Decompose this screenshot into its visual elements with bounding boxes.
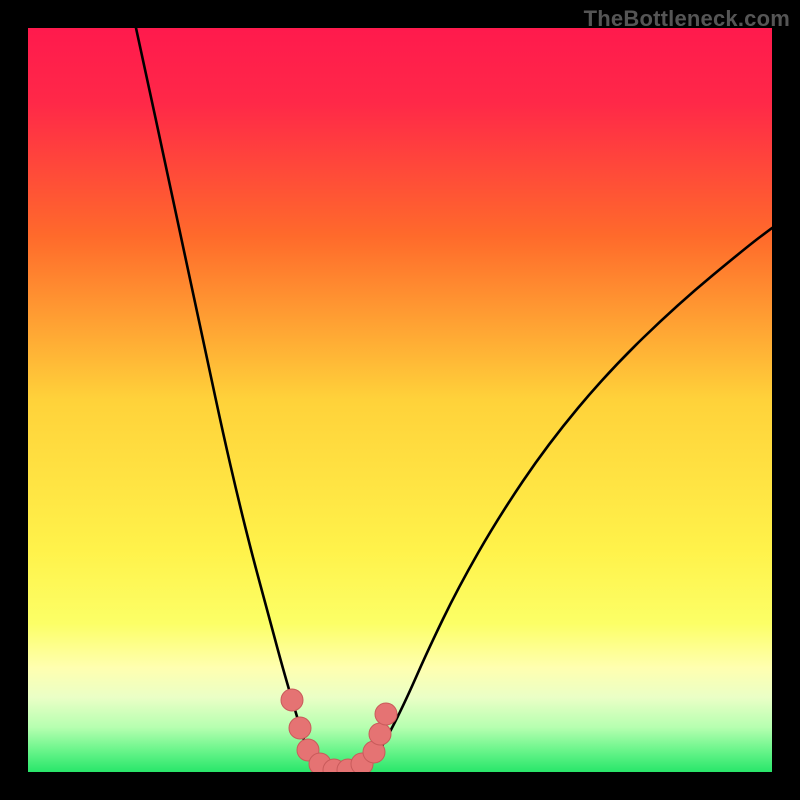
- marker-point: [375, 703, 397, 725]
- bottleneck-chart: [28, 28, 772, 772]
- marker-point: [369, 723, 391, 745]
- marker-point: [281, 689, 303, 711]
- plot-area: [28, 28, 772, 772]
- outer-frame: TheBottleneck.com: [0, 0, 800, 800]
- gradient-background: [28, 28, 772, 772]
- marker-point: [289, 717, 311, 739]
